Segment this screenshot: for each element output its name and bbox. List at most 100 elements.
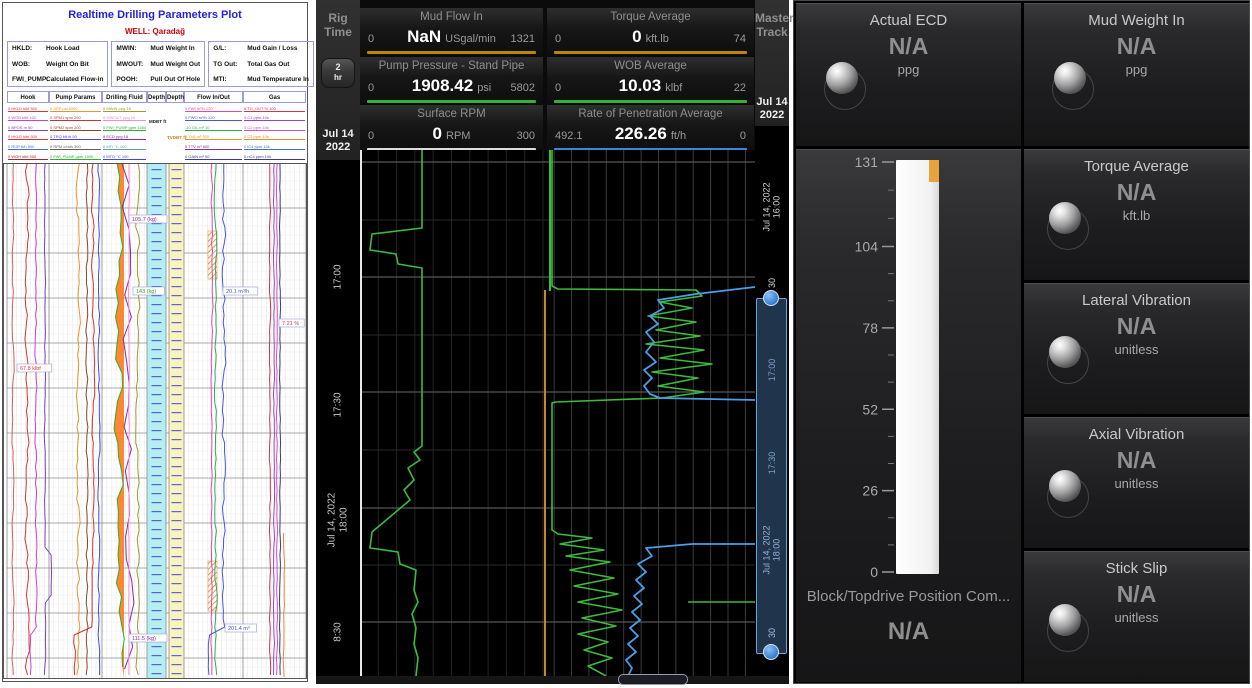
gauge-scale-bar [367, 100, 536, 103]
gauge-min: 492.1 [555, 130, 597, 142]
track-header-hook: Hook [7, 91, 49, 103]
scale-row: 0 C3 ppm 10k [243, 132, 306, 142]
svg-text:201.4 m³: 201.4 m³ [228, 626, 250, 632]
scale-row: 0 SPM1 spm 200 [49, 113, 102, 123]
gauge-wob-average[interactable]: WOB Average010.03klbf22 [547, 57, 754, 103]
gauge-mud-flow-in[interactable]: Mud Flow In0NaNUSgal/min1321 [360, 8, 543, 55]
svg-text:78: 78 [862, 320, 878, 336]
track-header-flow-in-out: Flow In/Out [184, 91, 243, 103]
card-title: Axial Vibration [1024, 426, 1249, 443]
gauge-torque-average[interactable]: Torque Average00kft.lb74 [547, 8, 754, 55]
gauge-max: 22 [704, 82, 746, 94]
status-indicator-sphere [1049, 604, 1081, 636]
gauge-unit: USgal/min [445, 33, 496, 45]
interval-unit: hr [322, 73, 354, 82]
card-title: Stick Slip [1024, 560, 1249, 577]
selection-handle-top[interactable] [763, 290, 779, 306]
gauge-title: Mud Flow In [360, 8, 543, 27]
gauge-value-row: 010.03klbf22 [547, 76, 754, 98]
svg-text:131: 131 [855, 154, 879, 170]
scale-row: 0 SPP psi 6000 [49, 103, 102, 113]
horizontal-scrollbar-thumb[interactable] [618, 674, 688, 685]
scale-row: 0 C2 ppm 10k [243, 122, 306, 132]
track-header-table: Hook0 HKLD klbf 5000 WOB klbf 1000 BPOS … [3, 91, 307, 163]
gauge-max: 5802 [493, 82, 535, 94]
card-title: Torque Average [1024, 158, 1249, 175]
svg-text:20.1 m³/h: 20.1 m³/h [226, 289, 249, 295]
status-indicator-sphere [1049, 336, 1081, 368]
gauge-value-row: 01908.42psi5802 [360, 76, 543, 98]
gauge-value: 10.03 [619, 76, 662, 95]
svg-text:104: 104 [855, 239, 879, 255]
scale-row: 8 ECD ppg 18 [102, 132, 147, 142]
gauge-rate-of-penetration-average[interactable]: Rate of Penetration Average492.1226.26ft… [547, 105, 754, 150]
scale-row: 0 SPM2 spm 200 [49, 122, 102, 132]
card-value: N/A [1024, 447, 1249, 474]
gauge-pump-pressure-stand-pipe[interactable]: Pump Pressure - Stand Pipe01908.42psi580… [360, 57, 543, 103]
time-axis-column: Rig Time 2 hr Jul 14 2022 17:0017:30Jul … [316, 0, 360, 684]
time-window-selection[interactable] [756, 298, 787, 654]
svg-text:67.8 klbf: 67.8 klbf [20, 366, 41, 372]
gauge-value-row: 00kft.lb74 [547, 27, 754, 49]
scale-row: 0 FWI_PUMP gpm 1500 [102, 122, 147, 132]
scale-row: 0 FWO m³/h 120 [184, 113, 243, 123]
legend-row: POOH:Pull Out Of Hole [116, 76, 200, 83]
gauge-title: WOB Average [547, 57, 754, 76]
gauge-unit: klbf [665, 82, 682, 94]
track-header-pump-params: Pump Params [49, 91, 102, 103]
legend-row: FWI_PUMP:Calculated Flow-in [12, 76, 103, 83]
gauge-scale-bar [554, 100, 747, 103]
scale-row: -10 G/L m³ 10 [184, 122, 243, 132]
scale-row: 0 C1 ppm 10k [243, 113, 306, 123]
card-value: N/A [1024, 313, 1249, 340]
legend-row: MTI:Mud Temperature In [213, 76, 309, 83]
track-header-drilling-fluid: Drilling Fluid [102, 91, 147, 103]
curve-legend: HKLD:Hook LoadWOB:Weight On BitFWI_PUMP:… [7, 41, 304, 87]
track-scale-rows: 8 MWIN ppg 188 MWOUT ppg 180 FWI_PUMP gp… [102, 103, 147, 163]
track-header-depth: Depth [147, 91, 166, 103]
svg-text:105.7 (kg): 105.7 (kg) [132, 217, 157, 223]
scale-row: 0 RPM c/min 300 [49, 141, 102, 151]
gauge-label: Block/Topdrive Position Com... [796, 588, 1021, 605]
rig-time-track-panel: Rig Time 2 hr Jul 14 2022 17:0017:30Jul … [316, 0, 789, 684]
rig-time-label: Rig Time [316, 12, 360, 40]
track-scale-rows: 0 HKLD klbf 5000 WOB klbf 1000 BPOS m 50… [7, 103, 49, 163]
scale-row: 0 TG_OUT % 100 [243, 103, 306, 113]
card-lateral-vibration: Lateral Vibration N/A unitless [1024, 283, 1249, 414]
legend-row: TG Out:Total Gas Out [213, 61, 309, 68]
track-scale-rows: 0 SPP psi 60000 SPM1 spm 2000 SPM2 spm 2… [49, 103, 102, 163]
time-tick-label: 8:30 [332, 622, 344, 641]
interval-value: 2 [322, 62, 354, 73]
time-tick-label: Jul 14, 202218:00 [327, 493, 350, 548]
page-title: Realtime Drilling Parameters Plot [3, 9, 307, 21]
track-scale-rows: 0 FWI m³/h 1200 FWO m³/h 120-10 G/L m³ 1… [184, 103, 243, 163]
gauge-surface-rpm[interactable]: Surface RPM00RPM300 [360, 105, 543, 150]
gauge-value: N/A [796, 618, 1021, 646]
scale-row: 0 TTV m³ 600 [184, 141, 243, 151]
legend-row: MWOUT:Mud Weight Out [116, 61, 200, 68]
card-title: Mud Weight In [1024, 12, 1249, 29]
scale-row: 0 nC4 ppm 10k [243, 151, 306, 161]
scale-row: 0 MTO °C 100 [102, 151, 147, 161]
depth-tvd-note: TVDBT ft [167, 135, 186, 140]
master-tick-label: Jul 14, 202216:00 [762, 182, 783, 231]
gauge-value: 0 [632, 27, 641, 46]
scale-row: 0 TVA m³ 300 [184, 132, 243, 142]
gauge-value-row: 0NaNUSgal/min1321 [360, 27, 543, 49]
track-scale-rows: 0 TG_OUT % 1000 C1 ppm 10k0 C2 ppm 10k0 … [243, 103, 306, 163]
svg-text:26: 26 [862, 483, 878, 499]
gauge-scale-bar [367, 51, 536, 54]
svg-text:143 (kg): 143 (kg) [136, 289, 156, 295]
scale-row: 0 HKLD klbf 500 [7, 132, 49, 142]
gauge-unit: RPM [446, 130, 470, 142]
gauge-value: NaN [407, 27, 441, 46]
interval-button[interactable]: 2 hr [321, 58, 355, 88]
track-scale-rows [166, 103, 184, 163]
selection-handle-bottom[interactable] [763, 644, 779, 660]
status-indicator-sphere [826, 62, 858, 94]
scale-row: 0 TRQ kft.lb 50 [49, 132, 102, 142]
gauge-title: Surface RPM [360, 105, 543, 124]
gauge-unit: kft.lb [646, 33, 669, 45]
master-track-label: Master Track [755, 12, 789, 40]
gauge-min: 0 [368, 33, 407, 45]
